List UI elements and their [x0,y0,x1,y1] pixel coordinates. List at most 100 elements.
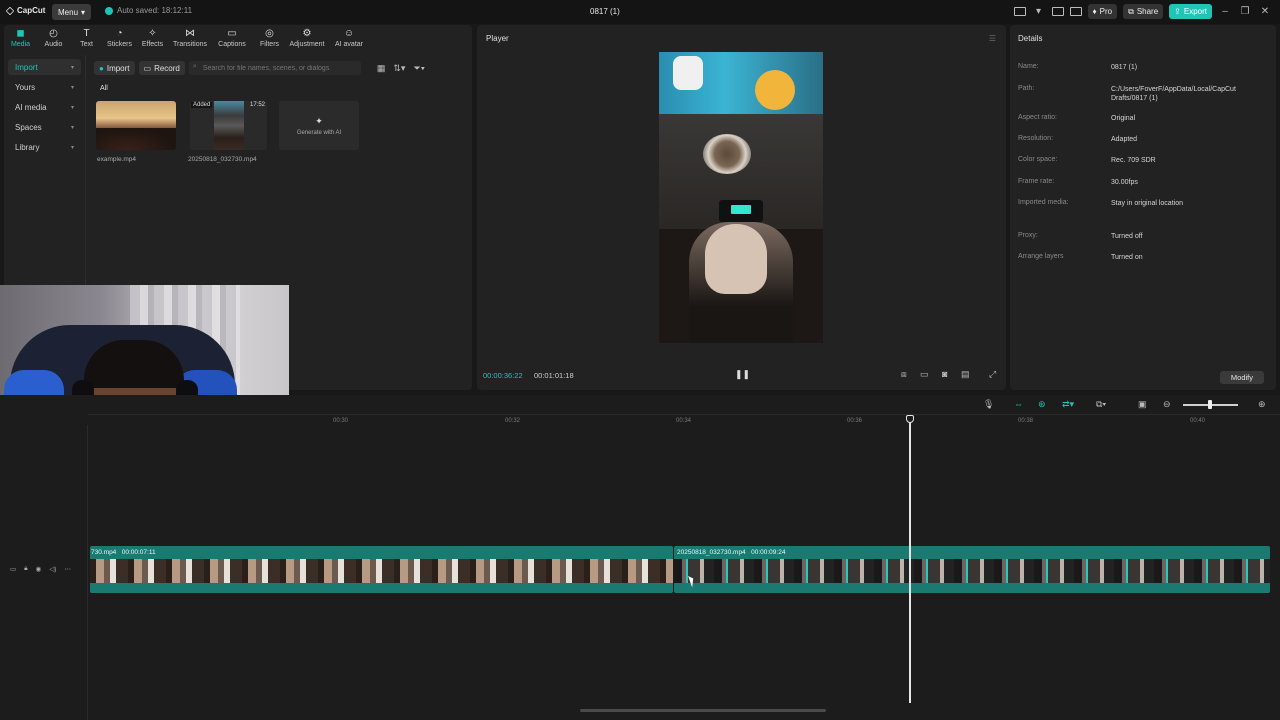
tool-captions[interactable]: ▭ Captions [211,25,253,51]
ruler-tick: 00:32 [505,418,521,424]
clip-duration: 00:00:09:24 [751,549,786,556]
captions-icon: ▭ [227,27,237,39]
media-thumbnail[interactable] [96,101,176,150]
clip-filmstrip [674,559,1270,583]
timeline-scrollbar[interactable] [580,709,826,712]
sparkle-icon: ✦ [315,115,323,126]
timeline-ruler[interactable]: 00:30 00:32 00:34 00:36 00:38 00:40 [88,414,1280,428]
tool-transitions[interactable]: ⋈ Transitions [169,25,211,51]
audio-toggle-icon[interactable]: ◁) [49,565,56,573]
pro-button[interactable]: ♦ Pro [1087,4,1118,19]
quality-icon[interactable]: ▤ [961,369,970,380]
capcut-logo: CapCut [5,6,45,15]
linkage-icon[interactable]: ⇄▾ [1062,399,1074,410]
playhead[interactable] [909,417,911,703]
timeline-clip[interactable]: 730.mp4 00:00:07:11 [90,546,673,593]
chevron-down-icon: ▾ [70,124,74,131]
autosave-check-icon [105,6,113,15]
microphone-icon[interactable]: 🎙 [983,399,994,410]
detail-value: Adapted [1111,136,1138,143]
eye-icon[interactable]: ◉ [36,565,42,573]
detail-value: Turned off [1111,233,1143,240]
filter-icon[interactable]: ⏷▾ [413,63,425,74]
sidebar-item-import[interactable]: Import ▾ [8,59,81,75]
sidebar-item-label: Import [15,62,38,72]
export-button[interactable]: ⇪ Export [1169,4,1212,19]
layout-chevron-icon[interactable]: ▾ [1032,6,1046,17]
tool-audio[interactable]: ◴ Audio [37,25,70,51]
screenshot-icon[interactable]: ◙ [942,369,947,379]
search-input[interactable] [188,61,361,75]
main-track-magnet-icon[interactable]: ⇔ [1014,399,1023,409]
video-preview[interactable] [659,52,823,343]
timeline-clip[interactable]: 20250818_032730.mp4 00:00:09:24 [674,546,1270,593]
tool-label: Effects [141,40,164,48]
preview-axis-icon[interactable]: ⧉▾ [1096,399,1106,410]
grid-view-icon[interactable]: ▦ [377,63,386,74]
duration-badge: 17:52 [249,102,265,108]
playhead-handle[interactable] [906,415,914,423]
ruler-tick: 00:40 [1190,418,1206,424]
tool-label: Media [10,40,31,48]
tool-label: Filters [259,40,280,48]
tool-adjustment[interactable]: ⚙ Adjustment [286,25,328,51]
zoom-slider-handle[interactable] [1208,400,1212,409]
timeline-panel: 🎙 ⇔ ⊛ ⇄▾ ⧉▾ ▣ ⊖ ⊕ 00:30 00:32 00:34 00:3… [0,395,1280,720]
export-label: Export [1183,7,1207,16]
tool-stickers[interactable]: ◔ Stickers [103,25,136,51]
detail-label: Imported media: [1018,199,1069,206]
detail-value: Stay in original location [1111,200,1183,207]
fullscreen-icon[interactable]: ⤢ [989,369,996,380]
detail-label: Resolution: [1018,135,1054,142]
close-icon[interactable]: ✕ [1258,6,1272,17]
hamburger-menu-icon[interactable]: ☰ [989,34,996,43]
import-icon: ● [99,63,104,73]
tool-filters[interactable]: ◎ Filters [253,25,286,51]
ruler-tick: 00:34 [676,418,692,424]
media-toolbar: ●Import ▭Record ⌕ ▦ ⇅▾ ⏷▾ [94,60,464,76]
track-controls: ▭ 🔒︎ ◉ ◁) ⋯ [10,565,71,573]
generate-label: Generate with AI [296,129,342,136]
lock-icon[interactable]: 🔒︎ [24,565,27,573]
layout-icon[interactable] [1013,7,1026,16]
zoom-in-icon[interactable]: ⊕ [1258,399,1266,410]
title-bar-actions: ▾ ♦ Pro ⧉ Share ⇪ Export – ❐ ✕ [1013,4,1272,19]
ruler-tick: 00:36 [847,418,863,424]
tool-media[interactable]: ◼ Media [4,25,37,51]
share-button[interactable]: ⧉ Share [1123,4,1164,19]
sort-icon[interactable]: ⇅▾ [393,63,405,74]
import-button[interactable]: ● Import [94,61,135,75]
tool-label: AI avatar [334,40,363,48]
clip-name: 20250818_032730.mp4 [677,549,746,556]
media-thumbnail[interactable]: Added 17:52 [190,101,267,150]
aspect-ratio-icon[interactable]: ▭ [920,369,929,380]
detail-label: Aspect ratio: [1018,114,1057,121]
tool-text[interactable]: T Text [70,25,103,51]
crop-icon[interactable]: ⧈ [901,369,907,380]
record-button[interactable]: ▭ Record [138,61,185,75]
more-icon[interactable]: ⋯ [64,565,71,573]
details-title: Details [1018,34,1043,43]
generate-with-ai-tile[interactable]: ✦ Generate with AI [279,101,359,150]
menu-button[interactable]: Menu ▾ [52,4,92,20]
tool-ai-avatar[interactable]: ☺ AI avatar [328,25,370,51]
minimize-icon[interactable]: – [1218,6,1232,17]
sidebar-item-spaces[interactable]: Spaces ▾ [8,119,81,135]
zoom-out-icon[interactable]: ⊖ [1163,399,1171,410]
sidebar-item-yours[interactable]: Yours ▾ [8,79,81,95]
tab-all[interactable]: All [100,85,108,92]
keyboard-shortcuts-icon[interactable] [1051,7,1064,16]
record-label: Record [154,63,180,73]
modify-button[interactable]: Modify [1219,371,1264,384]
cover-icon[interactable]: ▭ [10,565,16,573]
tool-label: Transitions [173,40,207,48]
share-icon: ⧉ [1128,6,1134,16]
restore-icon[interactable]: ❐ [1238,6,1252,17]
pause-button[interactable]: ❚❚ [735,369,750,380]
tool-effects[interactable]: ✧ Effects [136,25,169,51]
auto-snapping-icon[interactable]: ⊛ [1038,399,1046,410]
settings-icon[interactable] [1069,7,1082,16]
subtitle-icon[interactable]: ▣ [1138,399,1147,410]
sidebar-item-ai-media[interactable]: AI media ▾ [8,99,81,115]
sidebar-item-library[interactable]: Library ▾ [8,139,81,155]
